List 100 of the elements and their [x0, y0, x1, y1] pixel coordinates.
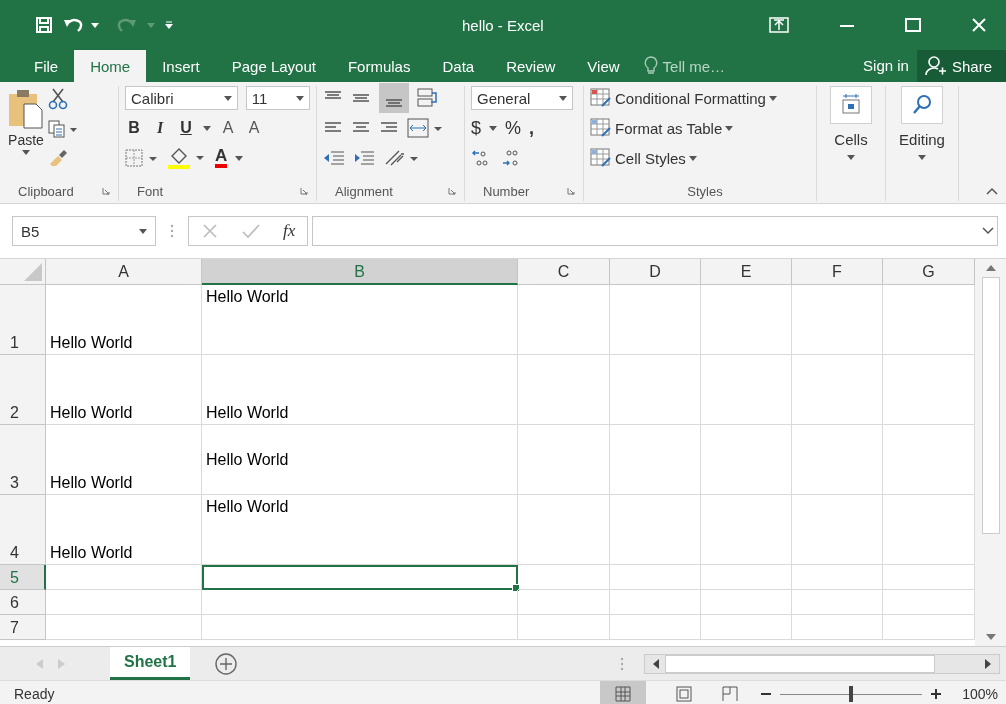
sheet-tab[interactable]: Sheet1 [110, 646, 191, 680]
scroll-right-icon[interactable] [985, 658, 991, 669]
active-cell[interactable] [202, 565, 518, 590]
row-header[interactable]: 3 [0, 425, 46, 495]
format-button[interactable]: B [125, 119, 143, 137]
vertical-scrollbar[interactable] [975, 259, 1006, 646]
cell[interactable] [792, 495, 883, 565]
cell[interactable]: Hello World [202, 285, 518, 355]
cell[interactable] [518, 425, 610, 495]
font-size-step-button[interactable]: A [219, 119, 237, 137]
insert-function-button[interactable]: fx [283, 221, 296, 241]
cell[interactable] [610, 285, 701, 355]
merge-center-icon[interactable] [407, 118, 443, 138]
font-size-dropdown[interactable]: 11 [245, 86, 310, 110]
fill-color-icon[interactable] [167, 147, 207, 169]
tell-me-field[interactable]: Tell me… [643, 50, 726, 82]
page-break-view-icon[interactable] [722, 686, 739, 702]
cell[interactable] [792, 355, 883, 425]
number-format-dropdown[interactable]: General [471, 86, 573, 110]
decrease-indent-icon[interactable] [323, 149, 345, 167]
enter-icon[interactable] [241, 222, 261, 240]
format-button[interactable]: U [177, 119, 195, 137]
styles-menu-button[interactable]: Conditional Formatting [590, 86, 810, 110]
expand-icon[interactable] [982, 227, 994, 235]
paste-button[interactable]: Paste [8, 86, 44, 181]
cancel-icon[interactable] [201, 222, 219, 240]
wrap-text-icon[interactable] [417, 88, 439, 108]
cell[interactable]: Hello World [46, 285, 202, 355]
page-layout-view-icon[interactable] [676, 686, 693, 702]
caret-icon[interactable] [489, 125, 497, 131]
fill-handle[interactable] [512, 584, 520, 592]
column-header[interactable]: C [518, 259, 610, 285]
ribbon-tab[interactable]: Home [74, 50, 147, 82]
cell[interactable] [610, 590, 701, 615]
font-size-step-button[interactable]: A [245, 119, 263, 137]
cell[interactable] [610, 355, 701, 425]
font-name-dropdown[interactable]: Calibri [125, 86, 238, 110]
increase-indent-icon[interactable] [353, 149, 375, 167]
comma-style-button[interactable]: , [529, 117, 535, 139]
normal-view-icon[interactable] [600, 681, 647, 704]
collapse-ribbon-icon[interactable] [986, 187, 998, 195]
scissors-icon[interactable] [48, 88, 68, 110]
scroll-up-icon[interactable] [985, 265, 996, 271]
column-header[interactable]: D [610, 259, 701, 285]
font-color-button[interactable]: A [215, 148, 244, 168]
ribbon-tab[interactable]: Formulas [331, 50, 427, 82]
cell[interactable] [701, 590, 792, 615]
undo-icon[interactable] [63, 16, 85, 34]
caret-icon[interactable] [91, 22, 99, 28]
column-header[interactable]: G [883, 259, 975, 285]
cell[interactable] [701, 285, 792, 355]
zoom-slider-thumb[interactable] [849, 686, 854, 702]
column-header[interactable]: B [202, 259, 518, 285]
styles-menu-button[interactable]: Format as Table [590, 116, 810, 140]
row-header[interactable]: 6 [0, 590, 46, 615]
cell[interactable]: Hello World [46, 425, 202, 495]
editing-button[interactable]: Editing [890, 86, 954, 160]
cell[interactable]: Hello World [202, 425, 518, 495]
cell[interactable] [518, 590, 610, 615]
ribbon-tab[interactable]: Review [490, 50, 572, 82]
cell[interactable] [792, 565, 883, 590]
cell[interactable] [701, 355, 792, 425]
column-header[interactable]: F [792, 259, 883, 285]
scroll-left-icon[interactable] [653, 658, 659, 669]
ribbon-tab[interactable]: Page Layout [215, 50, 332, 82]
align-bottom-icon[interactable] [379, 83, 409, 113]
cell[interactable] [46, 590, 202, 615]
drag-handle-icon[interactable] [620, 655, 624, 672]
cell[interactable]: Hello World [46, 495, 202, 565]
cell[interactable] [518, 355, 610, 425]
cell[interactable] [46, 615, 202, 640]
column-header[interactable]: E [701, 259, 792, 285]
cell[interactable] [610, 495, 701, 565]
borders-icon[interactable] [125, 149, 159, 167]
ribbon-tab[interactable]: View [571, 50, 636, 82]
cell[interactable] [701, 565, 792, 590]
copy-icon[interactable] [48, 120, 78, 138]
cell[interactable] [610, 425, 701, 495]
add-sheet-icon[interactable] [214, 651, 239, 676]
horizontal-scrollbar[interactable] [644, 653, 1000, 674]
cell[interactable] [518, 285, 610, 355]
row-header[interactable]: 2 [0, 355, 46, 425]
cell[interactable] [701, 615, 792, 640]
launcher-icon[interactable] [448, 187, 456, 195]
select-all-corner[interactable] [0, 259, 46, 285]
format-button[interactable]: I [151, 119, 169, 137]
cell[interactable] [610, 565, 701, 590]
cell[interactable] [518, 615, 610, 640]
cell[interactable] [610, 615, 701, 640]
scroll-down-icon[interactable] [985, 634, 996, 640]
ribbon-tab[interactable]: File [0, 50, 75, 82]
styles-menu-button[interactable]: Cell Styles [590, 146, 810, 170]
caret-icon[interactable] [203, 125, 211, 131]
cell[interactable] [46, 565, 202, 590]
share-button[interactable]: Share [916, 50, 1006, 82]
cell[interactable] [518, 565, 610, 590]
row-header[interactable]: 5 [0, 565, 46, 590]
launcher-icon[interactable] [567, 187, 575, 195]
cell[interactable] [792, 285, 883, 355]
format-painter-icon[interactable] [48, 148, 68, 166]
